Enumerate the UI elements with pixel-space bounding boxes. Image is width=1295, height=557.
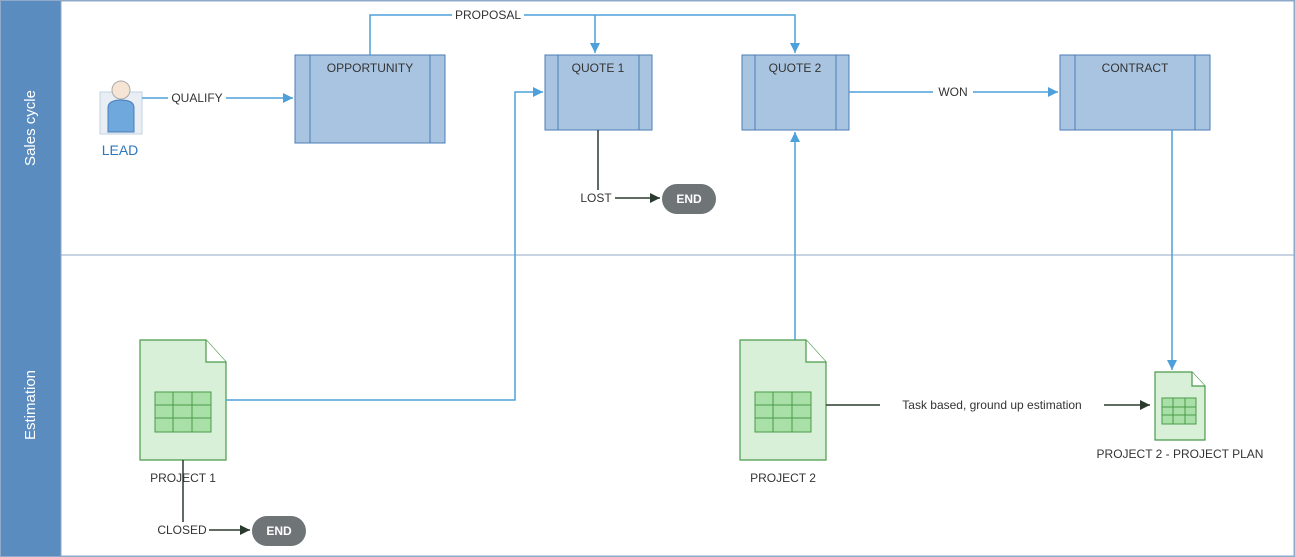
node-opportunity-label: OPPORTUNITY (327, 61, 413, 75)
edge-label-proposal: PROPOSAL (455, 8, 521, 22)
edge-label-taskbased: Task based, ground up estimation (902, 398, 1081, 412)
node-project2 (740, 340, 826, 460)
diagram-canvas: Sales cycle Estimation LEAD QUALIFY OPPO… (0, 0, 1295, 557)
node-quote2-label: QUOTE 2 (769, 61, 822, 75)
node-contract-label: CONTRACT (1102, 61, 1169, 75)
node-quote2: QUOTE 2 (742, 55, 849, 130)
node-project2plan-label: PROJECT 2 - PROJECT PLAN (1097, 447, 1264, 461)
node-end2-label: END (266, 524, 292, 538)
node-project1 (140, 340, 226, 460)
node-opportunity: OPPORTUNITY (295, 55, 445, 143)
edge-label-qualify: QUALIFY (171, 91, 222, 105)
node-contract: CONTRACT (1060, 55, 1210, 130)
edge-label-closed: CLOSED (157, 523, 207, 537)
edge-label-won: WON (938, 85, 967, 99)
node-project2-label: PROJECT 2 (750, 471, 816, 485)
node-quote1: QUOTE 1 (545, 55, 652, 130)
node-project2plan (1155, 372, 1205, 440)
node-end1-label: END (676, 192, 702, 206)
lane-title-sales: Sales cycle (22, 90, 39, 166)
lead-label: LEAD (102, 142, 139, 158)
edge-label-lost: LOST (580, 191, 612, 205)
lane-title-estimation: Estimation (22, 370, 39, 440)
node-quote1-label: QUOTE 1 (572, 61, 625, 75)
